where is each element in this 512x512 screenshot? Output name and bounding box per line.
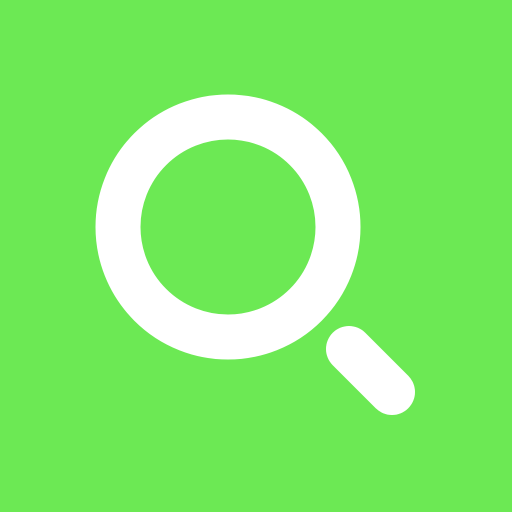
magnifier-handle — [326, 326, 415, 415]
magnifier-lens — [95, 94, 361, 360]
search-icon — [95, 94, 415, 415]
search-app-icon[interactable] — [0, 0, 512, 512]
